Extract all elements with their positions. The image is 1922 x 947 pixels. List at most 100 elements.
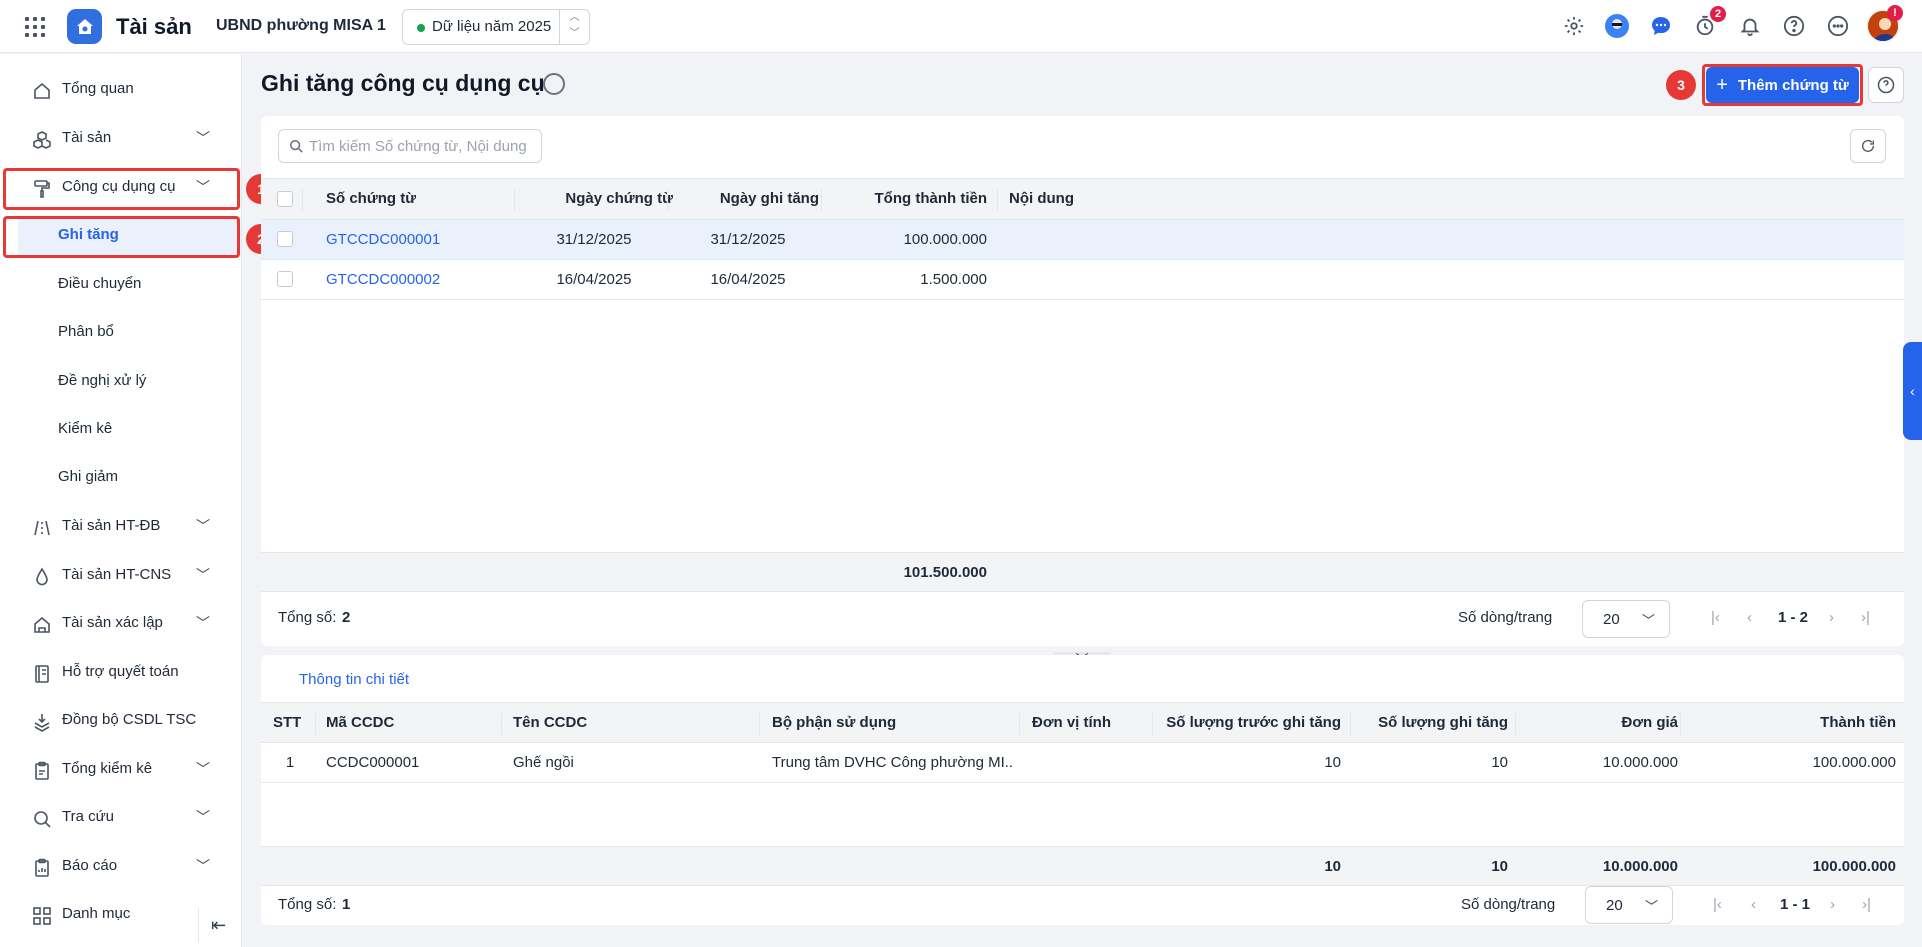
help-icon[interactable] bbox=[1781, 13, 1807, 39]
detail-pagination: Tổng số: 1 Số dòng/trang 20 ﹀ |‹ ‹ 1 - 1… bbox=[261, 886, 1904, 925]
notification-bell-icon[interactable] bbox=[1737, 13, 1763, 39]
refresh-button[interactable] bbox=[1850, 129, 1886, 163]
settings-gear-icon[interactable] bbox=[1561, 13, 1587, 39]
footer-total: 101.500.000 bbox=[903, 564, 987, 581]
detail-table-footer: 10 10 10.000.000 100.000.000 bbox=[261, 846, 1904, 886]
sidebar-item-overview[interactable]: Tổng quan bbox=[0, 70, 242, 110]
next-page-icon[interactable]: › bbox=[1829, 609, 1834, 626]
sidebar-item-lookup[interactable]: Tra cứu ﹀ bbox=[0, 798, 242, 838]
add-voucher-button[interactable]: + Thêm chứng từ bbox=[1706, 67, 1859, 103]
chat-icon[interactable] bbox=[1648, 13, 1674, 39]
sidebar-item-label: Kiểm kê bbox=[58, 420, 113, 437]
sidebar-item-water-infrastructure[interactable]: Tài sản HT-CNS ﹀ bbox=[0, 556, 242, 596]
sidebar-item-sync-database[interactable]: Đồng bộ CSDL TSC bbox=[0, 701, 242, 741]
sidebar-item-total-inventory[interactable]: Tổng kiểm kê ﹀ bbox=[0, 750, 242, 790]
help-icon bbox=[1877, 76, 1895, 94]
year-label: Dữ liệu năm 2025 bbox=[432, 18, 552, 35]
col-voucher-number[interactable]: Số chứng từ bbox=[326, 190, 416, 207]
row-checkbox[interactable] bbox=[277, 231, 293, 247]
add-voucher-label: Thêm chứng từ bbox=[1737, 76, 1849, 94]
col-content[interactable]: Nội dung bbox=[1009, 190, 1074, 207]
col-increase-date[interactable]: Ngày ghi tăng bbox=[689, 190, 819, 207]
voucher-code-link[interactable]: GTCCDC000002 bbox=[326, 271, 440, 288]
organization-name[interactable]: UBND phường MISA 1 bbox=[216, 17, 386, 35]
sidebar-item-label: Đồng bộ CSDL TSC bbox=[62, 711, 197, 728]
expand-side-panel-handle[interactable]: ‹ bbox=[1903, 342, 1922, 440]
total-amount: 1.500.000 bbox=[920, 271, 987, 288]
first-page-icon[interactable]: |‹ bbox=[1713, 896, 1722, 913]
page-help-button[interactable] bbox=[1868, 67, 1904, 103]
page-size-select[interactable]: 20 ﹀ bbox=[1582, 600, 1670, 638]
voucher-table-header: Số chứng từ Ngày chứng từ Ngày ghi tăng … bbox=[261, 178, 1904, 220]
next-page-icon[interactable]: › bbox=[1830, 896, 1835, 913]
app-title: Tài sản bbox=[116, 14, 192, 39]
top-bar: Tài sản UBND phường MISA 1 Dữ liệu năm 2… bbox=[0, 0, 1922, 53]
col-tool-name: Tên CCDC bbox=[513, 714, 588, 731]
first-page-icon[interactable]: |‹ bbox=[1711, 609, 1720, 626]
col-total-amount[interactable]: Tổng thành tiền bbox=[841, 190, 987, 207]
report-icon bbox=[35, 858, 49, 877]
chevron-down-icon: ﹀ bbox=[196, 858, 210, 874]
sidebar-subitem-decrease[interactable]: Ghi giảm bbox=[18, 458, 238, 498]
timer-badge: 2 bbox=[1710, 6, 1726, 22]
total-qty-before: 10 bbox=[1324, 858, 1341, 875]
col-qty-before: Số lượng trước ghi tăng bbox=[1166, 714, 1341, 731]
sidebar-item-established-assets[interactable]: Tài sản xác lập ﹀ bbox=[0, 604, 242, 644]
record-count-label: Tổng số: bbox=[278, 609, 337, 626]
sidebar-subitem-inventory[interactable]: Kiểm kê bbox=[18, 410, 238, 450]
page-range: 1 - 2 bbox=[1778, 609, 1809, 626]
col-voucher-date[interactable]: Ngày chứng từ bbox=[539, 190, 673, 207]
qty-increase: 10 bbox=[1491, 754, 1508, 771]
sidebar-subitem-disposal-request[interactable]: Đề nghị xử lý bbox=[18, 362, 238, 402]
sidebar-item-label: Báo cáo bbox=[62, 857, 118, 874]
plus-icon: + bbox=[1716, 73, 1728, 96]
prev-page-icon[interactable]: ‹ bbox=[1747, 609, 1752, 626]
qty-before: 10 bbox=[1324, 754, 1341, 771]
last-page-icon[interactable]: ›| bbox=[1862, 896, 1871, 913]
year-selector[interactable]: Dữ liệu năm 2025 ︿ ﹀ bbox=[402, 9, 590, 45]
sidebar-item-label: Ghi giảm bbox=[58, 468, 119, 485]
water-drop-icon bbox=[36, 567, 48, 586]
sidebar-item-label: Tra cứu bbox=[62, 808, 114, 825]
sidebar-item-label: Tổng quan bbox=[62, 80, 134, 97]
total-qty-increase: 10 bbox=[1491, 858, 1508, 875]
row-checkbox[interactable] bbox=[277, 271, 293, 287]
table-row[interactable]: GTCCDC000002 16/04/2025 16/04/2025 1.500… bbox=[261, 260, 1904, 300]
col-department: Bộ phận sử dụng bbox=[772, 714, 897, 731]
refresh-icon bbox=[1862, 139, 1874, 152]
sidebar-item-settlement-support[interactable]: Hỗ trợ quyết toán bbox=[0, 653, 242, 693]
col-tool-code: Mã CCDC bbox=[326, 714, 395, 731]
col-qty-increase: Số lượng ghi tăng bbox=[1378, 714, 1508, 731]
assistant-avatar-icon[interactable] bbox=[1604, 13, 1630, 39]
voucher-code-link[interactable]: GTCCDC000001 bbox=[326, 231, 440, 248]
sidebar-item-assets[interactable]: Tài sản ﹀ bbox=[0, 119, 242, 159]
sidebar-subitem-allocation[interactable]: Phân bổ bbox=[18, 313, 238, 353]
record-count-label: Tổng số: bbox=[278, 896, 337, 913]
sidebar-item-label: Hỗ trợ quyết toán bbox=[62, 663, 179, 680]
select-all-checkbox[interactable] bbox=[277, 191, 293, 207]
last-page-icon[interactable]: ›| bbox=[1861, 609, 1870, 626]
sidebar-item-reports[interactable]: Báo cáo ﹀ bbox=[0, 847, 242, 887]
page-size-select[interactable]: 20 ﹀ bbox=[1585, 886, 1673, 924]
highlight-box-tools bbox=[3, 168, 240, 210]
avatar-badge: ! bbox=[1887, 5, 1903, 21]
table-row[interactable]: GTCCDC000001 31/12/2025 31/12/2025 100.0… bbox=[261, 220, 1904, 260]
year-stepper[interactable]: ︿ ﹀ bbox=[559, 10, 589, 44]
sidebar-item-infrastructure[interactable]: Tài sản HT-ĐB ﹀ bbox=[0, 507, 242, 547]
department: Trung tâm DVHC Công phường MI... bbox=[772, 754, 1012, 771]
more-options-icon[interactable] bbox=[1825, 13, 1851, 39]
sidebar-item-label: Tài sản HT-CNS bbox=[62, 566, 172, 583]
prev-page-icon[interactable]: ‹ bbox=[1751, 896, 1756, 913]
sidebar-subitem-transfer[interactable]: Điều chuyển bbox=[18, 265, 238, 305]
app-grid-icon[interactable] bbox=[25, 17, 45, 37]
search-input[interactable] bbox=[309, 136, 537, 156]
unit-price: 10.000.000 bbox=[1602, 754, 1678, 771]
total-amount: 100.000.000 bbox=[1812, 858, 1896, 875]
cubes-icon bbox=[33, 131, 51, 149]
collapse-sidebar-icon[interactable]: ⇤ bbox=[198, 908, 238, 942]
search-box[interactable] bbox=[278, 129, 542, 163]
sidebar-item-label: Tài sản HT-ĐB bbox=[62, 517, 161, 534]
tab-detail-info[interactable]: Thông tin chi tiết bbox=[287, 665, 422, 705]
table-row[interactable]: 1 CCDC000001 Ghế ngồi Trung tâm DVHC Côn… bbox=[261, 743, 1904, 783]
link-icon[interactable] bbox=[543, 73, 565, 95]
